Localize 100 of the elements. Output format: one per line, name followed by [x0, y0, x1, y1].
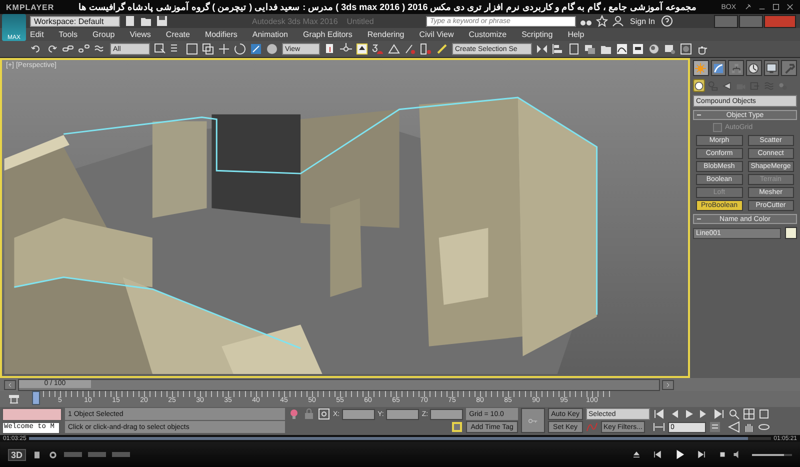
- category-button[interactable]: [721, 79, 733, 92]
- window-select-icon[interactable]: [202, 43, 214, 55]
- menu-item[interactable]: Views: [130, 30, 151, 39]
- edit-selection-icon[interactable]: [436, 43, 448, 55]
- stop-icon[interactable]: [718, 450, 727, 459]
- absolute-mode-icon[interactable]: [318, 408, 330, 420]
- rectangle-select-icon[interactable]: [186, 43, 198, 55]
- material-editor-icon[interactable]: [648, 43, 660, 55]
- pivot-icon[interactable]: [324, 43, 336, 55]
- panel-tab[interactable]: [693, 60, 709, 76]
- maximize-icon[interactable]: [772, 3, 780, 11]
- previous-icon[interactable]: [653, 450, 662, 459]
- menu-item[interactable]: Group: [92, 30, 115, 39]
- percent-snap-icon[interactable]: [404, 43, 416, 55]
- coordinate-field[interactable]: [386, 408, 419, 420]
- curve-editor-icon[interactable]: [616, 43, 628, 55]
- panel-tab[interactable]: [710, 60, 726, 76]
- panel-tab[interactable]: [764, 60, 780, 76]
- close-icon[interactable]: [786, 3, 794, 11]
- sphere-icon[interactable]: [266, 43, 278, 55]
- zoom-extents-icon[interactable]: [758, 408, 770, 420]
- set-key-button[interactable]: [521, 408, 546, 433]
- undo-icon[interactable]: [30, 43, 42, 55]
- menu-item[interactable]: Rendering: [367, 30, 404, 39]
- pin-icon[interactable]: [744, 3, 752, 11]
- playlist-icon[interactable]: [32, 450, 42, 460]
- geometry-icon: [694, 80, 704, 90]
- menu-item[interactable]: Customize: [468, 30, 507, 39]
- menu-item[interactable]: Civil View: [419, 30, 454, 39]
- display-icon: [766, 62, 778, 74]
- play-icon[interactable]: [674, 449, 685, 460]
- 3d-mode-button[interactable]: 3D: [8, 448, 26, 460]
- minus-icon: [697, 216, 702, 222]
- go-to-start-icon[interactable]: [652, 408, 665, 420]
- menu-item[interactable]: Animation: [252, 30, 288, 39]
- scale-icon[interactable]: [250, 43, 262, 55]
- player-button[interactable]: [64, 452, 82, 457]
- menu-item[interactable]: Tools: [58, 30, 78, 39]
- motion-icon: [748, 62, 760, 74]
- zoom-all-icon[interactable]: [742, 408, 755, 420]
- menu-item[interactable]: Graph Editors: [302, 30, 352, 39]
- spinner-snap-icon[interactable]: [420, 43, 432, 55]
- workspace-dropdown[interactable]: Workspace: Default: [30, 16, 120, 26]
- frame-marker[interactable]: [32, 391, 40, 405]
- eject-icon[interactable]: [632, 450, 641, 459]
- modify-icon: [713, 62, 724, 74]
- coordinate-field[interactable]: [430, 408, 464, 420]
- folder-icon[interactable]: [600, 43, 612, 55]
- pan-icon[interactable]: [742, 421, 755, 433]
- rotate-icon[interactable]: [234, 43, 246, 55]
- video-title: مجموعه آموزشی جامع ، گام به گام و کاربردی نرم افزار تری دی مکس 2016 ( 3ds max 2016 ) مدرس : سعید فدایی ( تیچرمن ) گروه آموزشی پادشاه گرافیست ها: [78, 2, 698, 12]
- minus-icon: [697, 112, 702, 118]
- field-of-view-icon[interactable]: [728, 421, 740, 433]
- panel-tab[interactable]: [746, 60, 762, 76]
- category-button[interactable]: [693, 79, 705, 92]
- redo-icon[interactable]: [46, 43, 58, 55]
- hierarchy-icon: [730, 62, 742, 74]
- script-input-field[interactable]: [2, 408, 62, 422]
- menu-item[interactable]: Edit: [30, 30, 44, 39]
- frame-window-icon[interactable]: [680, 43, 692, 55]
- coordinate-field[interactable]: [342, 408, 375, 420]
- sign-in-button[interactable]: Sign In: [628, 16, 657, 26]
- menu-item[interactable]: Scripting: [522, 30, 553, 39]
- schematic-icon[interactable]: [632, 43, 644, 55]
- render-setup-icon[interactable]: [664, 43, 676, 55]
- new-file-icon[interactable]: [124, 15, 136, 27]
- menu-item[interactable]: Help: [568, 30, 584, 39]
- player-button[interactable]: [88, 452, 106, 457]
- align-icon[interactable]: [552, 43, 564, 55]
- save-icon[interactable]: [156, 15, 168, 27]
- user-icon[interactable]: [612, 15, 624, 27]
- help-icon[interactable]: [660, 15, 673, 27]
- time-config-icon[interactable]: [708, 421, 721, 433]
- player-button[interactable]: [112, 452, 130, 457]
- app-title: Autodesk 3ds Max 2016 Untitled: [252, 16, 375, 26]
- time-tag-icon[interactable]: [451, 421, 464, 433]
- mirror-icon[interactable]: [536, 43, 548, 55]
- key-mode-icon[interactable]: [652, 421, 665, 433]
- snap-icon[interactable]: [372, 43, 384, 55]
- utilities-icon: [784, 62, 795, 74]
- angle-snap-icon[interactable]: [388, 43, 400, 55]
- create-icon: [695, 62, 706, 74]
- layers-icon[interactable]: [568, 43, 580, 55]
- move-icon[interactable]: [218, 43, 230, 55]
- manipulate-icon[interactable]: [356, 43, 368, 55]
- go-to-end-icon[interactable]: [712, 408, 725, 420]
- object-color-swatch[interactable]: [785, 227, 797, 239]
- minimize-button[interactable]: [714, 14, 738, 28]
- select-object-icon[interactable]: [154, 43, 166, 55]
- star-icon[interactable]: [596, 15, 608, 27]
- unlink-icon[interactable]: [78, 43, 90, 55]
- zoom-icon[interactable]: [728, 408, 740, 420]
- lights-icon: [722, 80, 732, 90]
- player-logo: KMPLAYER: [6, 2, 54, 12]
- next-icon[interactable]: [697, 450, 706, 459]
- stack-icon[interactable]: [584, 43, 596, 55]
- settings-icon[interactable]: [48, 450, 58, 460]
- orbit-icon[interactable]: [758, 421, 770, 433]
- menu-item[interactable]: Modifiers: [204, 30, 238, 39]
- menu-item[interactable]: Create: [166, 30, 190, 39]
